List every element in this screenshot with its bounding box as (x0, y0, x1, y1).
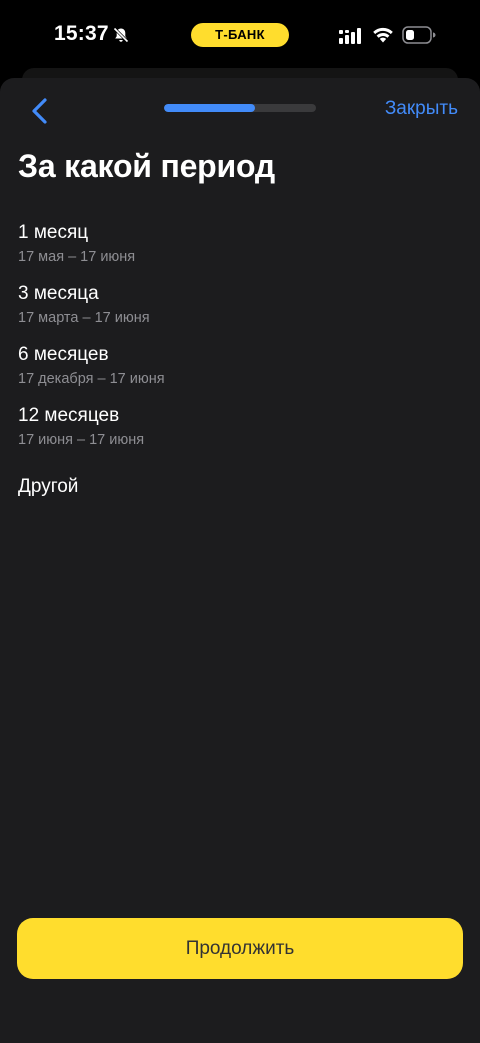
option-subtitle: 17 марта – 17 июня (18, 310, 150, 326)
bell-slash-icon (112, 26, 130, 44)
continue-button[interactable]: Продолжить (17, 918, 463, 979)
period-option-other[interactable]: Другой (18, 476, 78, 498)
battery-icon (402, 26, 436, 44)
signal-icon (339, 28, 361, 44)
status-time: 15:37 (54, 22, 109, 45)
option-title: 3 месяца (18, 283, 99, 304)
wifi-icon (372, 26, 394, 43)
close-button[interactable]: Закрыть (385, 98, 458, 120)
option-subtitle: 17 мая – 17 июня (18, 249, 136, 265)
page-title: За какой период (18, 148, 276, 184)
period-option-6-months[interactable]: 6 месяцев 17 декабря – 17 июня (18, 343, 462, 404)
progress-bar (164, 104, 316, 112)
progress-fill (164, 104, 256, 112)
status-bar: 15:37 Т-БАНК (0, 0, 480, 70)
bottom-sheet: Закрыть За какой период 1 месяц 17 мая –… (0, 78, 480, 1043)
option-subtitle: 17 июня – 17 июня (18, 432, 145, 448)
chevron-left-icon[interactable] (26, 96, 54, 126)
option-title: 12 месяцев (18, 405, 120, 426)
option-title: 1 месяц (18, 222, 89, 243)
period-option-12-months[interactable]: 12 месяцев 17 июня – 17 июня (18, 404, 462, 465)
option-subtitle: 17 декабря – 17 июня (18, 371, 165, 387)
brand-pill: Т-БАНК (191, 23, 289, 47)
option-title: 6 месяцев (18, 344, 109, 365)
period-option-1-month[interactable]: 1 месяц 17 мая – 17 июня (18, 221, 462, 282)
period-option-3-months[interactable]: 3 месяца 17 марта – 17 июня (18, 282, 462, 343)
period-options: 1 месяц 17 мая – 17 июня 3 месяца 17 мар… (18, 221, 462, 465)
